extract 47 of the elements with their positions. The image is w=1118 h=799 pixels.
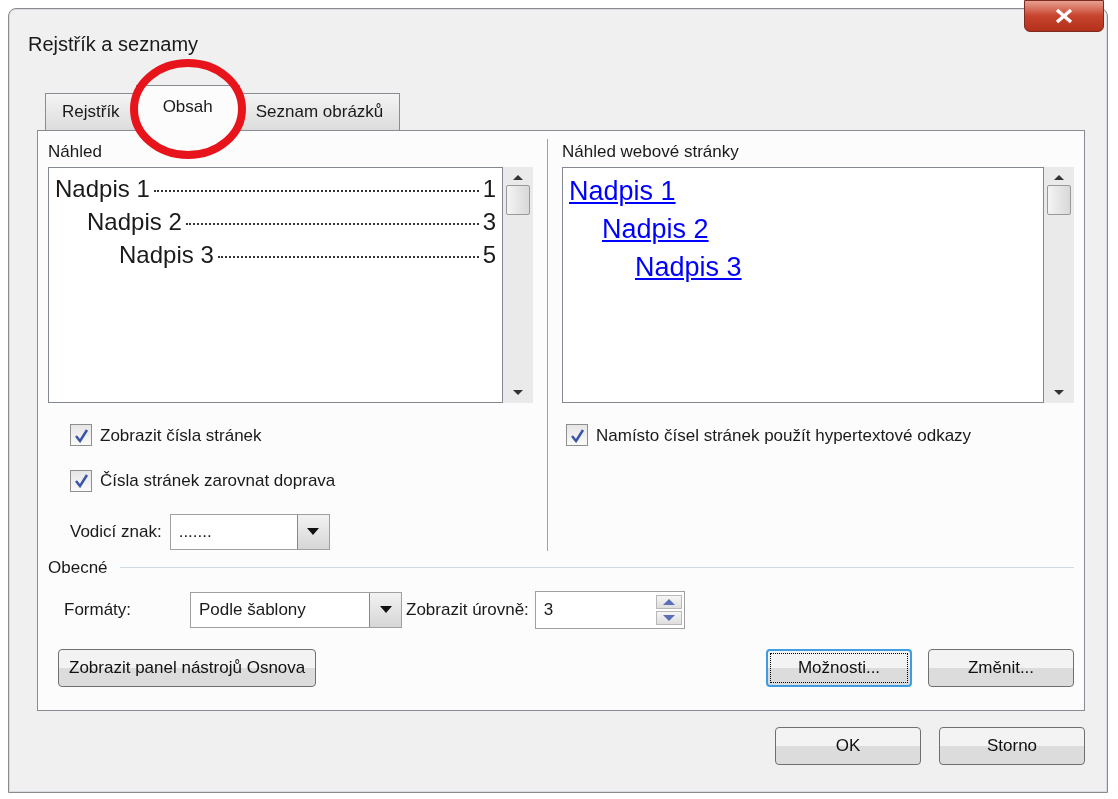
formats-dropdown[interactable]: Podle šablony xyxy=(190,591,402,628)
checkbox-label[interactable]: Zobrazit čísla stránek xyxy=(100,422,262,448)
scroll-down-icon xyxy=(512,388,524,397)
spin-up-icon xyxy=(662,598,675,605)
dialog-button[interactable]: Zobrazit panel nástrojů Osnova xyxy=(58,648,317,687)
field-label: Formáty: xyxy=(64,598,133,621)
heading-text: Nadpis 2 xyxy=(87,206,182,237)
scroll-thumb[interactable] xyxy=(1047,184,1071,215)
tab[interactable]: Rejstřík xyxy=(45,93,137,130)
scroll-up-icon xyxy=(512,172,524,181)
checkbox[interactable] xyxy=(70,424,92,447)
dialog-button[interactable]: OK xyxy=(775,727,921,765)
close-button[interactable] xyxy=(1024,0,1104,32)
checkbox-label[interactable]: Čísla stránek zarovnat doprava xyxy=(100,468,336,494)
scrollbar[interactable] xyxy=(503,166,533,403)
spin-down-icon xyxy=(662,614,675,621)
preview-label: Náhled xyxy=(48,141,103,163)
scroll-thumb[interactable] xyxy=(506,184,530,215)
heading-link[interactable]: Nadpis 2 xyxy=(602,209,709,248)
preview-label: Náhled webové stránky xyxy=(562,141,740,163)
scroll-down-icon xyxy=(1053,388,1065,397)
heading-text: Nadpis 1 xyxy=(55,173,150,204)
heading-link[interactable]: Nadpis 1 xyxy=(569,171,676,210)
tab[interactable]: Seznam obrázků xyxy=(238,93,401,130)
field-label: Zobrazit úrovně: xyxy=(406,598,529,621)
dialog-button[interactable]: Změnit... xyxy=(928,648,1074,687)
leader-dropdown[interactable]: ....... xyxy=(169,513,330,550)
heading-text: Nadpis 3 xyxy=(119,239,214,270)
caret-icon xyxy=(379,606,392,613)
page-number: 3 xyxy=(482,206,496,237)
dialog-button[interactable]: Storno xyxy=(939,727,1085,765)
checkbox[interactable] xyxy=(70,469,92,492)
levels-spinner[interactable]: 3 xyxy=(534,590,685,629)
caret-icon xyxy=(307,528,320,535)
checkbox[interactable] xyxy=(566,424,588,447)
field-label: Vodicí znak: xyxy=(70,520,162,543)
scroll-up-icon xyxy=(1053,172,1065,181)
close-icon xyxy=(1055,8,1073,24)
checkbox-label[interactable]: Namísto čísel stránek použít hypertextové odkazy xyxy=(596,422,972,448)
dialog-button[interactable]: Možnosti... xyxy=(766,648,912,687)
heading-link[interactable]: Nadpis 3 xyxy=(635,247,742,286)
tab[interactable]: Obsah xyxy=(135,85,240,131)
group-label: Obecné xyxy=(48,557,108,579)
scrollbar[interactable] xyxy=(1044,166,1074,403)
window-title: Rejstřík a seznamy xyxy=(28,32,199,57)
page-number: 1 xyxy=(482,173,496,204)
page-number: 5 xyxy=(482,239,496,270)
